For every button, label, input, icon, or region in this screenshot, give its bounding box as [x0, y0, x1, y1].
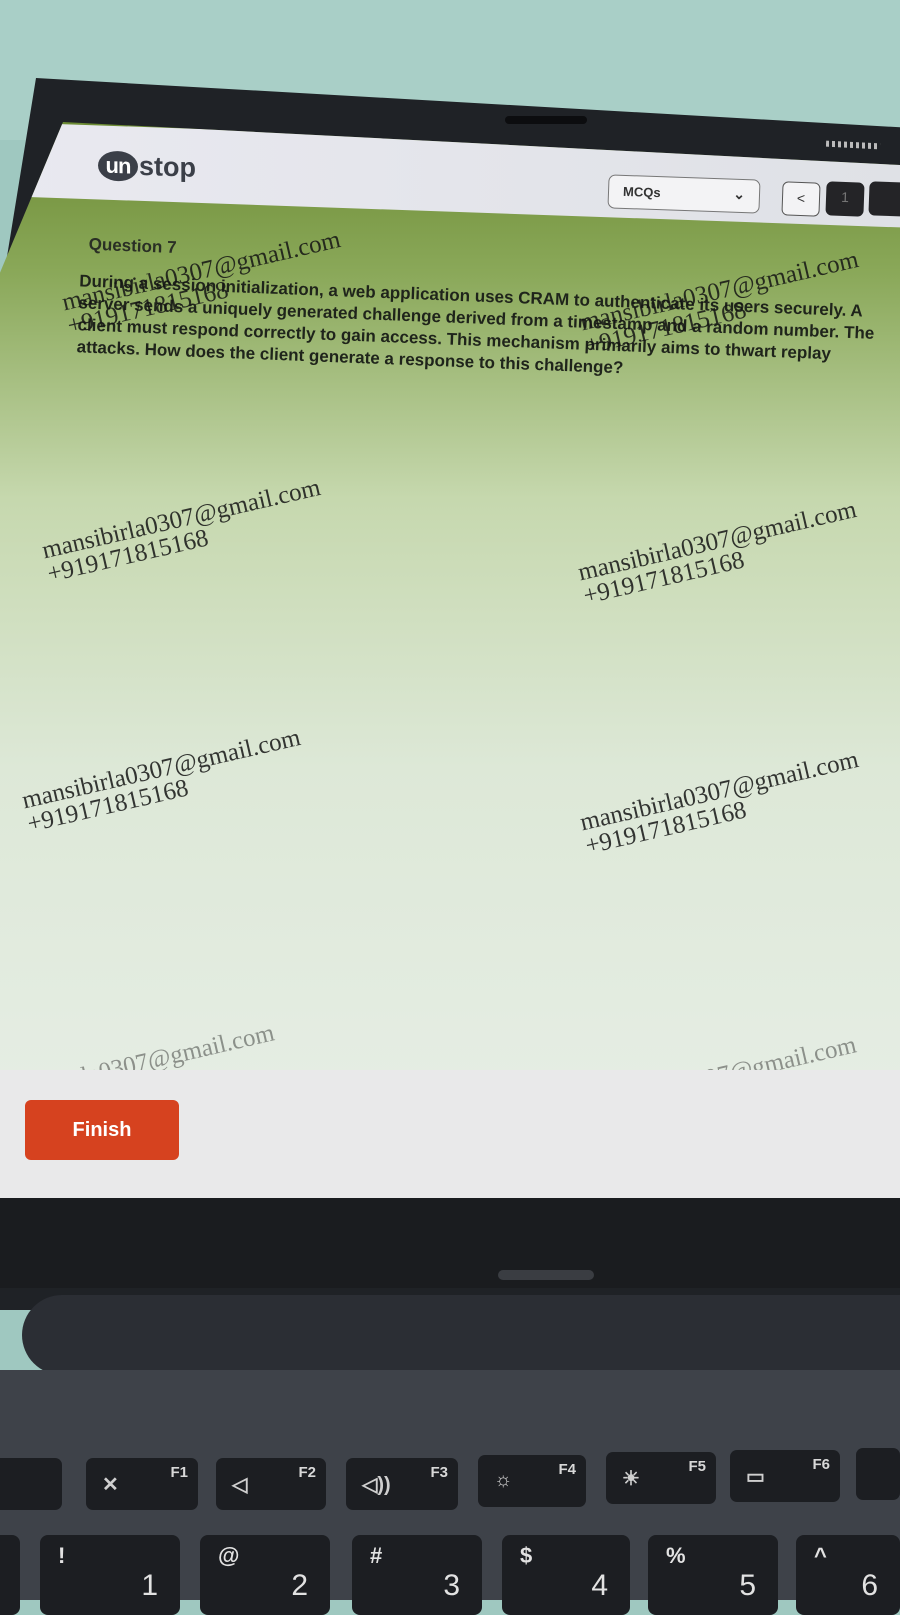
key-f6[interactable]: ▭ F6 — [730, 1450, 840, 1502]
key-backtick-partial[interactable] — [0, 1535, 20, 1615]
logo-text: stop — [139, 150, 196, 183]
brightness-up-icon: ☀ — [622, 1468, 640, 1490]
section-select-value: MCQs — [622, 183, 661, 201]
brightness-down-icon: ☼ — [494, 1469, 513, 1491]
key-2[interactable]: @ 2 — [200, 1535, 330, 1615]
key-label: F2 — [298, 1464, 316, 1481]
webcam — [505, 116, 587, 124]
key-5[interactable]: % 5 — [648, 1535, 778, 1615]
key-f1[interactable]: ✕ F1 — [86, 1458, 198, 1510]
key-digit: 3 — [443, 1569, 460, 1602]
lid-notch — [498, 1270, 594, 1280]
laptop-screen: un stop MCQs ⌄ < 1 Question 7 During a s… — [0, 122, 900, 1198]
volume-up-icon: ◁)) — [362, 1474, 391, 1496]
key-f5[interactable]: ☀ F5 — [606, 1452, 716, 1504]
key-f3[interactable]: ◁)) F3 — [346, 1458, 458, 1510]
laptop-hinge — [22, 1295, 900, 1375]
chevron-left-icon: < — [796, 189, 806, 207]
key-label: F6 — [812, 1456, 830, 1473]
key-label: F1 — [170, 1464, 188, 1481]
key-digit: 5 — [739, 1569, 756, 1602]
lower-bezel — [0, 1198, 900, 1288]
volume-down-icon: ◁ — [232, 1474, 248, 1496]
finish-button[interactable]: Finish — [25, 1100, 179, 1160]
watermark: mansibirla0307@gmail.com +919171815168 — [578, 746, 866, 860]
prev-question-button[interactable]: < — [781, 181, 821, 217]
chevron-down-icon: ⌄ — [733, 185, 746, 203]
display-icon: ▭ — [746, 1466, 765, 1488]
key-digit: 2 — [291, 1569, 308, 1602]
key-fn-partial[interactable] — [0, 1458, 62, 1510]
question-nav-number: 1 — [840, 188, 850, 206]
key-digit: 6 — [861, 1569, 878, 1602]
key-shift-symbol: $ — [520, 1543, 533, 1568]
key-digit: 1 — [141, 1569, 158, 1602]
key-shift-symbol: @ — [218, 1543, 240, 1568]
question-nav-button-next[interactable] — [868, 181, 900, 217]
section-select[interactable]: MCQs ⌄ — [607, 174, 761, 214]
key-shift-symbol: # — [370, 1543, 383, 1568]
key-1[interactable]: ! 1 — [40, 1535, 180, 1615]
key-f2[interactable]: ◁ F2 — [216, 1458, 326, 1510]
watermark: mansibirla0307@gmail.com +919171815168 — [40, 474, 328, 588]
unstop-logo[interactable]: un stop — [98, 149, 196, 183]
key-label: F3 — [430, 1464, 448, 1481]
key-label: F4 — [558, 1461, 576, 1478]
watermark: mansibirla0307@gmail.com +919171815168 — [20, 724, 308, 838]
mic-mute-icon: ✕ — [102, 1474, 119, 1496]
key-6[interactable]: ^ 6 — [796, 1535, 900, 1615]
question-nav-button[interactable]: 1 — [825, 181, 865, 217]
key-digit: 4 — [591, 1569, 608, 1602]
key-shift-symbol: ! — [58, 1543, 66, 1568]
key-3[interactable]: # 3 — [352, 1535, 482, 1615]
key-f4[interactable]: ☼ F4 — [478, 1455, 586, 1507]
key-label: F5 — [688, 1458, 706, 1475]
key-shift-symbol: % — [666, 1543, 686, 1568]
key-shift-symbol: ^ — [814, 1543, 827, 1568]
watermark: mansibirla0307@gmail.com +919171815168 — [576, 496, 864, 610]
logo-badge: un — [98, 149, 138, 182]
key-f7-partial[interactable] — [856, 1448, 900, 1500]
footer-bar: Finish — [0, 1070, 900, 1198]
key-4[interactable]: $ 4 — [502, 1535, 630, 1615]
